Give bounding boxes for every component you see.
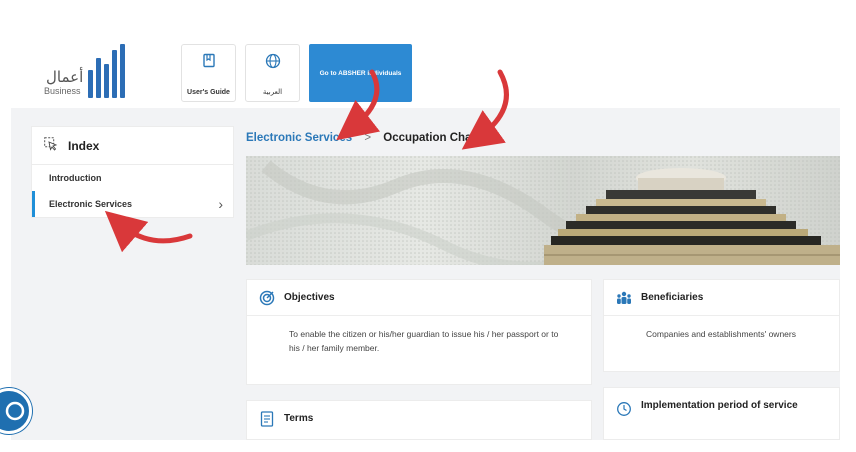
breadcrumb-link-electronic-services[interactable]: Electronic Services [246, 132, 352, 144]
sidebar-title: Index [68, 139, 100, 153]
chevron-right-icon: › [218, 196, 223, 212]
help-chat-button[interactable] [0, 388, 32, 434]
beneficiaries-card: Beneficiaries Companies and establishmen… [603, 279, 840, 372]
breadcrumb-separator: > [364, 132, 372, 144]
objectives-text: To enable the citizen or his/her guardia… [289, 329, 559, 353]
index-cursor-icon [44, 137, 58, 151]
logo-arabic-text: أعمال [46, 68, 84, 86]
sidebar-header: Index [32, 127, 233, 165]
checklist-icon [260, 411, 274, 427]
people-group-icon [617, 291, 631, 304]
sidebar-item-label: Introduction [49, 173, 102, 183]
help-icon [5, 401, 25, 421]
implementation-period-card: Implementation period of service [603, 387, 840, 440]
banner-image [246, 156, 840, 265]
beneficiaries-text: Companies and establishments' owners [646, 329, 796, 339]
beneficiaries-title: Beneficiaries [641, 292, 704, 303]
implementation-title: Implementation period of service [641, 400, 798, 411]
target-icon [259, 290, 275, 306]
globe-icon [265, 53, 280, 69]
sidebar-item-introduction[interactable]: Introduction [32, 165, 233, 191]
terms-title: Terms [284, 413, 314, 424]
breadcrumb-current: Occupation Change [383, 132, 492, 144]
book-icon [202, 53, 215, 68]
clock-icon [617, 402, 631, 416]
breadcrumb: Electronic Services > Occupation Change [246, 132, 492, 144]
language-button[interactable]: العربية [245, 44, 300, 102]
logo-english-text: Business [44, 86, 81, 96]
logo-mark-icon [86, 44, 128, 100]
ministry-building-banner [246, 156, 840, 265]
language-label: العربية [262, 88, 283, 96]
top-header: أعمال Business User's Guide العربية Go t… [0, 0, 856, 108]
sidebar-item-label: Electronic Services [49, 199, 133, 209]
objectives-card-header: Objectives [247, 280, 591, 316]
sidebar-index: Index Introduction Electronic Services › [31, 126, 234, 218]
terms-card: Terms [246, 400, 592, 440]
objectives-card: Objectives To enable the citizen or his/… [246, 279, 592, 385]
users-guide-button[interactable]: User's Guide [181, 44, 236, 102]
beneficiaries-card-header: Beneficiaries [604, 280, 839, 316]
terms-card-header: Terms [247, 401, 591, 437]
go-to-absher-button[interactable]: Go to ABSHER individuals [309, 44, 412, 102]
abaq-business-logo[interactable]: أعمال Business [40, 44, 130, 102]
implementation-card-header: Implementation period of service [604, 388, 839, 424]
sidebar-item-electronic-services[interactable]: Electronic Services › [32, 191, 233, 217]
page: أعمال Business User's Guide العربية Go t… [0, 0, 856, 452]
objectives-title: Objectives [284, 292, 335, 303]
users-guide-label: User's Guide [187, 89, 230, 96]
